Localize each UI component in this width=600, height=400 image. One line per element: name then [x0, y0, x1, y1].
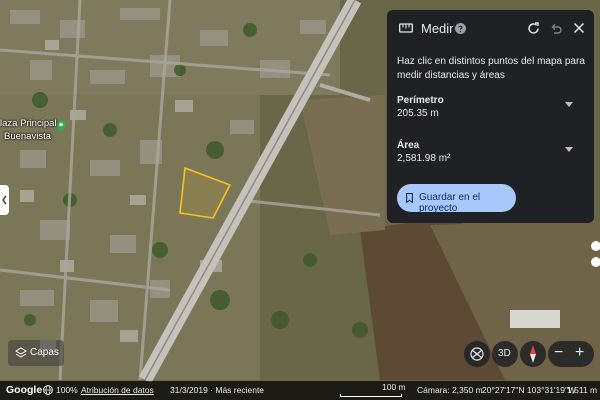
compass-icon: [530, 345, 536, 363]
zoom-controls: − +: [548, 341, 594, 367]
scale-label: 100 m: [382, 382, 406, 392]
close-icon[interactable]: [573, 22, 585, 34]
attribution-link[interactable]: Atribución de datos: [81, 385, 154, 395]
place-label-line1[interactable]: laza Principal: [0, 118, 57, 129]
zoom-in-button[interactable]: +: [575, 344, 584, 362]
measure-panel: Medir Haz clic en distintos puntos del m…: [387, 10, 594, 223]
place-label-line2[interactable]: Buenavista: [4, 131, 51, 142]
help-icon[interactable]: [455, 23, 466, 34]
view-3d-label: 3D: [498, 348, 511, 359]
layers-icon: [15, 347, 27, 358]
perimeter-value: 205.35 m: [397, 108, 439, 119]
undo-icon[interactable]: [550, 22, 563, 35]
scale-bar: [340, 394, 402, 397]
status-bar: Google 100% Atribución de datos 31/3/201…: [0, 381, 600, 400]
save-to-project-label: Guardar en el proyecto: [419, 192, 481, 214]
layers-button[interactable]: Capas: [8, 340, 64, 366]
coordinates: 20°27'17"N 103°31'19"W: [482, 385, 577, 395]
chevron-down-icon[interactable]: [565, 102, 573, 107]
zoom-out-button[interactable]: −: [554, 344, 563, 362]
google-logo: Google: [6, 384, 43, 396]
panel-title: Medir: [421, 21, 454, 36]
compass-button[interactable]: [520, 341, 546, 367]
perimeter-label: Perímetro: [397, 95, 444, 106]
view-3d-button[interactable]: 3D: [492, 341, 518, 367]
area-value: 2,581.98 m²: [397, 153, 451, 164]
camera-altitude: Cámara: 2,350 m: [417, 385, 483, 395]
globe-icon: [43, 385, 53, 395]
bookmark-icon: [406, 193, 413, 203]
rotate-view-button[interactable]: [464, 341, 490, 367]
place-pin-icon[interactable]: [56, 120, 66, 132]
area-label: Área: [397, 140, 420, 151]
measure-panel-header: Medir: [387, 10, 594, 48]
rotate-icon: [470, 347, 484, 361]
layers-label: Capas: [30, 347, 59, 358]
sidebar-toggle[interactable]: [0, 185, 9, 215]
panel-description: Haz clic en distintos puntos del mapa pa…: [397, 56, 585, 81]
refresh-icon[interactable]: [527, 22, 540, 35]
chevron-down-icon[interactable]: [565, 147, 573, 152]
zoom-percent[interactable]: 100%: [56, 385, 78, 395]
earth-viewer: laza Principal Buenavista Medir Haz clic…: [0, 0, 600, 400]
elevation: 1,511 m: [567, 385, 598, 395]
imagery-date[interactable]: 31/3/2019 · Más reciente: [170, 385, 264, 395]
ruler-icon: [399, 23, 413, 33]
save-to-project-button[interactable]: Guardar en el proyecto: [397, 184, 516, 214]
